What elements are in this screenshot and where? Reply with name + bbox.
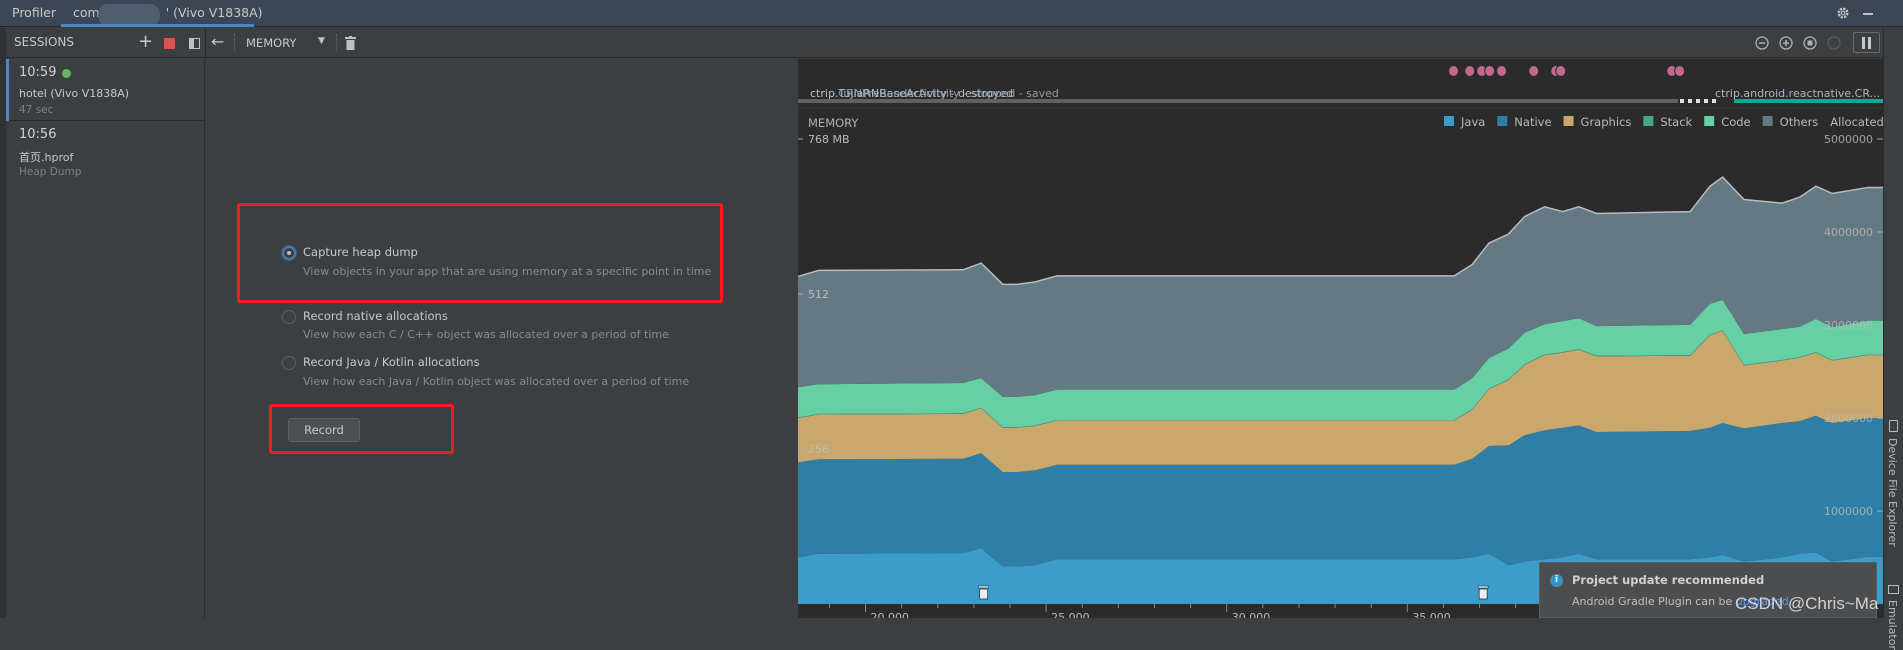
touch-event-dot	[1464, 65, 1476, 77]
toast-title: Project update recommended	[1572, 573, 1765, 587]
tool-window-strip: Device File Explorer Emulator	[1883, 28, 1903, 650]
legend-swatch-others	[1762, 116, 1773, 126]
gc-trash-icon	[1477, 585, 1489, 589]
toast-body: Android Gradle Plugin can be	[1572, 595, 1736, 608]
legend-label-others: Others	[1780, 115, 1819, 129]
gc-trash-icon	[978, 585, 989, 589]
y2-tick-label: 3000000	[1824, 319, 1873, 332]
legend-swatch-native	[1497, 116, 1508, 126]
y-tick-label: 512	[808, 288, 829, 301]
y2-tick-label: 5000000	[1824, 133, 1873, 146]
legend-swatch-code	[1704, 116, 1715, 126]
legend-label-native: Native	[1514, 115, 1551, 129]
touch-event-dot	[1484, 65, 1496, 77]
y-tick-label: 768 MB	[808, 133, 850, 146]
x-tick-label: 35.000	[1412, 611, 1451, 618]
y2-tick-label: 1000000	[1824, 505, 1873, 518]
touch-event-dot	[1448, 65, 1460, 77]
x-tick-label: 20.000	[871, 611, 910, 618]
gc-trash-icon	[1478, 588, 1488, 600]
activity-marker	[1704, 99, 1709, 103]
legend-swatch-java	[1444, 116, 1454, 126]
touch-event-dot	[1496, 65, 1508, 77]
chart-title: MEMORY	[808, 116, 859, 130]
y-tick-label: 256	[808, 443, 829, 456]
watermark: CSDN @Chris~Ma	[1735, 594, 1879, 613]
activity-marker	[1680, 99, 1685, 103]
info-icon: i	[1550, 574, 1563, 587]
touch-event-dot	[1555, 65, 1567, 77]
legend-label-stack: Stack	[1660, 115, 1692, 129]
gc-trash-icon	[979, 588, 989, 600]
activity-marker	[1688, 99, 1693, 103]
y2-tick-label: 4000000	[1824, 226, 1873, 239]
legend-swatch-stack	[1643, 116, 1654, 126]
activity-label: ctrip.CRNPreRenderActivity - stopped - s…	[810, 87, 1059, 100]
x-tick-label: 25.000	[1051, 611, 1090, 618]
legend-swatch-graphics	[1563, 116, 1574, 126]
activity-label: ctrip.android.reactnative.CR...	[1715, 87, 1880, 100]
x-tick-label: 30.000	[1232, 611, 1271, 618]
legend-label-code: Code	[1721, 115, 1750, 129]
emulator-icon	[1888, 585, 1899, 594]
activity-marker	[1696, 99, 1701, 103]
device-file-explorer-tab[interactable]: Device File Explorer	[1886, 438, 1899, 547]
memory-chart[interactable]: ctrip.TujiaRNBaseActivity - destroyed ct…	[0, 0, 1903, 618]
legend-label-graphics: Graphics	[1581, 115, 1632, 129]
legend-label-java: Java	[1460, 115, 1485, 129]
device-icon	[1889, 420, 1898, 432]
touch-event-dot	[1528, 65, 1540, 77]
y2-tick-label: 2000000	[1824, 412, 1873, 425]
emulator-tab[interactable]: Emulator	[1886, 600, 1899, 650]
touch-event-dot	[1674, 65, 1686, 77]
legend-label-allocated: Allocated	[1830, 115, 1884, 129]
